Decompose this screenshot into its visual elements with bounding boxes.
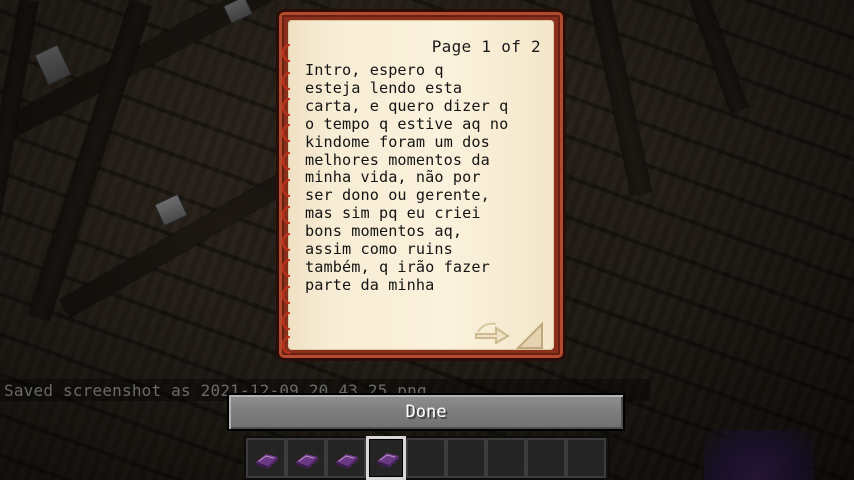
enchanted-book-icon — [377, 453, 399, 468]
binding-ring — [282, 259, 290, 277]
game-world-background: Page 1 of 2 Intro, espero q esteja lendo… — [0, 0, 854, 480]
book-text-line: parte da minha — [305, 275, 435, 294]
book-text-line: esteja lendo esta — [305, 78, 463, 97]
hotbar-slot-8[interactable] — [526, 438, 566, 478]
book-text-line: minha vida, não por — [305, 168, 481, 187]
book-binding — [282, 36, 296, 356]
hotbar-slot-9[interactable] — [566, 438, 606, 478]
hotbar-slot-4-selected[interactable] — [366, 436, 406, 480]
hotbar-slot-6[interactable] — [446, 438, 486, 478]
book-text-line: também, q irão fazer — [305, 257, 490, 276]
wooden-beam — [690, 0, 748, 113]
done-button-label: Done — [405, 402, 447, 422]
fence-post-cap — [34, 44, 72, 86]
next-page-button[interactable] — [474, 316, 514, 345]
hotbar-slot-3[interactable] — [326, 438, 366, 478]
binding-ring — [282, 98, 290, 116]
binding-ring — [282, 152, 290, 170]
hotbar-slot-2[interactable] — [286, 438, 326, 478]
book-text-line: melhores momentos da — [305, 150, 490, 169]
hotbar-slot-1[interactable] — [246, 438, 286, 478]
hotbar — [244, 436, 610, 480]
book-text-line: mas sim pq eu criei — [305, 204, 481, 223]
page-indicator: Page 1 of 2 — [431, 37, 541, 56]
enchanted-book-icon — [336, 454, 358, 469]
binding-ring — [282, 286, 290, 304]
binding-ring — [282, 336, 290, 354]
book-text-line: carta, e quero dizer q — [305, 96, 509, 115]
hotbar-slot-7[interactable] — [486, 438, 526, 478]
book-text-line: assim como ruins — [305, 240, 453, 259]
binding-ring — [282, 179, 290, 197]
page-curl-icon — [516, 321, 543, 349]
book-content: Intro, espero q esteja lendo esta carta,… — [305, 61, 545, 295]
binding-ring — [282, 44, 290, 62]
binding-ring — [282, 233, 290, 251]
book-text-line: ser dono ou gerente, — [305, 186, 490, 205]
binding-ring — [282, 206, 290, 224]
book-text-line: o tempo q estive aq no — [305, 114, 509, 133]
enchanted-book-icon — [256, 454, 278, 469]
book-text-line: Intro, espero q — [305, 61, 444, 79]
book-text-line: bons momentos aq, — [305, 222, 463, 241]
enchanted-book-icon — [296, 454, 318, 469]
purple-block — [704, 430, 814, 480]
arrow-right-icon — [475, 322, 510, 345]
binding-ring — [282, 312, 290, 330]
fence-post-cap — [154, 193, 188, 227]
binding-ring — [282, 124, 290, 142]
done-button[interactable]: Done — [227, 393, 625, 431]
wooden-beam — [590, 0, 652, 196]
binding-ring — [282, 72, 290, 90]
wooden-beam — [0, 0, 38, 299]
book-text-line: kindome foram um dos — [305, 132, 490, 151]
hotbar-slot-5[interactable] — [406, 438, 446, 478]
